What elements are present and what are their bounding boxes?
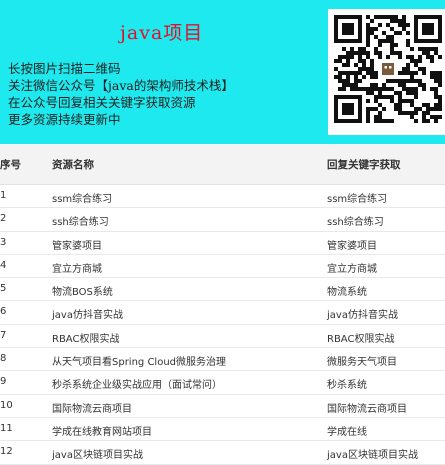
reply-keyword: 宜立方商城: [327, 263, 377, 275]
table-header: 序号 资源名称 回复关键字获取: [0, 144, 445, 185]
row-index: 11: [0, 422, 13, 434]
table-body: 1 ssm综合练习 ssm综合练习 2 ssh综合练习 ssh综合练习 3 管家婆项目 管家婆项…: [0, 185, 445, 465]
table-row: 10 国际物流云商项目 国际物流云商项目: [0, 395, 445, 418]
reply-keyword: 管家婆项目: [327, 240, 377, 252]
row-index: 3: [0, 236, 7, 248]
instruction-line: 更多资源持续更新中: [8, 112, 121, 127]
table-row: 6 java仿抖音实战 java仿抖音实战: [0, 301, 445, 325]
header-resource-name: 资源名称: [52, 159, 94, 171]
reply-keyword: 秒杀系统: [327, 380, 367, 392]
resource-name: RBAC权限实战: [52, 333, 120, 345]
table-row: 2 ssh综合练习 ssh综合练习: [0, 208, 445, 232]
row-index: 9: [0, 376, 7, 388]
row-index: 6: [0, 306, 7, 318]
resource-name: ssm综合练习: [52, 194, 113, 205]
instruction-line: 关注微信公众号【java的架构师技术栈】: [8, 78, 234, 93]
reply-keyword: java仿抖音实战: [327, 310, 398, 322]
reply-keyword: 物流系统: [327, 287, 367, 299]
resource-name: 学成在线教育网站项目: [52, 426, 152, 438]
instruction-line: 长按图片扫描二维码: [8, 61, 121, 76]
table-row: 3 管家婆项目 管家婆项目: [0, 232, 445, 255]
instruction-line: 在公众号回复相关关键字获取资源: [8, 95, 196, 110]
banner-title: java项目: [120, 22, 204, 44]
qr-code-icon[interactable]: [328, 9, 445, 135]
resource-table: 序号 资源名称 回复关键字获取 1 ssm综合练习 ssm综合练习 2 ssh综合练习 s…: [0, 144, 445, 465]
banner-instructions: 长按图片扫描二维码 关注微信公众号【java的架构师技术栈】 在公众号回复相关关…: [8, 60, 328, 128]
resource-name: java仿抖音实战: [52, 310, 123, 322]
row-index: 12: [0, 446, 13, 458]
reply-keyword: RBAC权限实战: [327, 333, 395, 345]
table-row: 9 秒杀系统企业级实战应用（面试常问） 秒杀系统: [0, 371, 445, 395]
row-index: 5: [0, 283, 7, 295]
row-index: 2: [0, 213, 7, 225]
resource-name: 从天气项目看Spring Cloud微服务治理: [52, 357, 227, 369]
reply-keyword: 微服务天气项目: [327, 357, 397, 369]
resource-name: ssh综合练习: [52, 217, 109, 229]
row-index: 1: [0, 190, 7, 201]
reply-keyword: ssm综合练习: [327, 194, 388, 205]
table-row: 4 宜立方商城 宜立方商城: [0, 255, 445, 279]
reply-keyword: 学成在线: [327, 426, 367, 438]
resource-name: 秒杀系统企业级实战应用（面试常问）: [52, 380, 222, 392]
table-row: 7 RBAC权限实战 RBAC权限实战: [0, 325, 445, 349]
resource-name: 国际物流云商项目: [52, 403, 132, 415]
reply-keyword: ssh综合练习: [327, 217, 384, 229]
header-banner: java项目 长按图片扫描二维码 关注微信公众号【java的架构师技术栈】 在公…: [0, 0, 445, 144]
table-row: 8 从天气项目看Spring Cloud微服务治理 微服务天气项目: [0, 348, 445, 372]
row-index: 4: [0, 259, 7, 271]
table-row: 1 ssm综合练习 ssm综合练习: [0, 185, 445, 209]
row-index: 7: [0, 329, 7, 341]
reply-keyword: 国际物流云商项目: [327, 403, 407, 415]
table-row: 5 物流BOS系统 物流系统: [0, 278, 445, 302]
row-index: 8: [0, 353, 7, 365]
resource-name: 物流BOS系统: [52, 287, 113, 299]
resource-name: java区块链项目实战: [52, 450, 143, 462]
resource-name: 管家婆项目: [52, 240, 102, 252]
reply-keyword: java区块链项目实战: [327, 450, 418, 462]
table-row: 11 学成在线教育网站项目 学成在线: [0, 418, 445, 442]
header-index: 序号: [0, 159, 21, 171]
resource-name: 宜立方商城: [52, 263, 102, 275]
row-index: 10: [0, 399, 13, 411]
header-keyword: 回复关键字获取: [327, 159, 401, 171]
